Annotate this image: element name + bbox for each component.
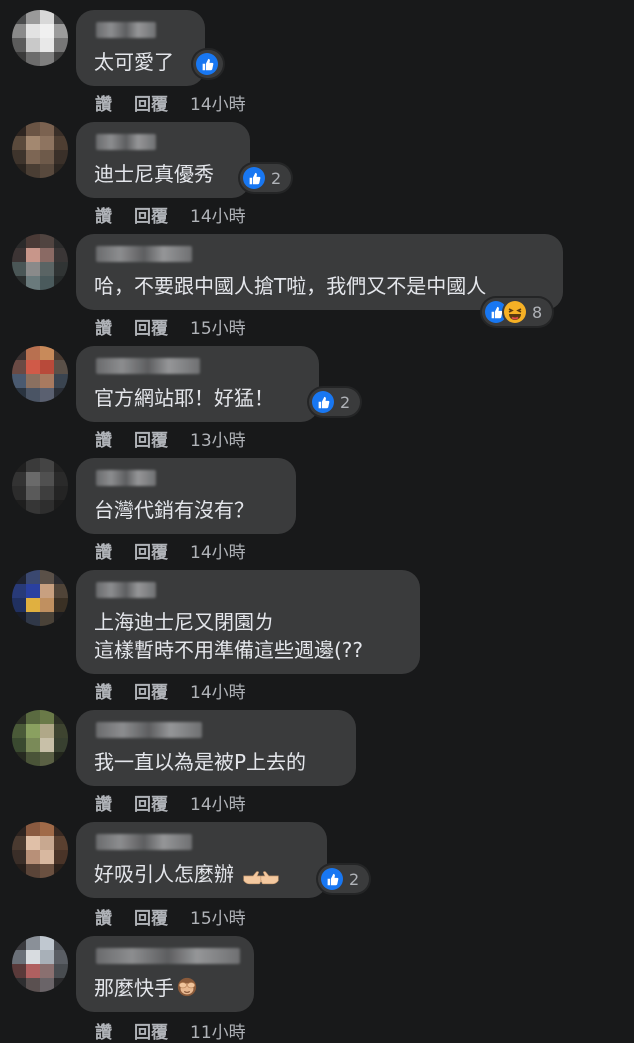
comment-bubble: 台灣代銷有沒有？ bbox=[76, 458, 296, 534]
timestamp[interactable]: 14小時 bbox=[190, 790, 246, 815]
comment-actions: 讚回覆 11小時 bbox=[95, 1018, 246, 1043]
comment-text: 太可愛了 bbox=[94, 50, 174, 74]
comment-text: 好吸引人怎麼辦 bbox=[94, 860, 286, 888]
comment-text: 官方網站耶！好猛！ bbox=[94, 386, 274, 410]
comment-actions: 讚回覆 14小時 bbox=[95, 790, 246, 815]
timestamp[interactable]: 14小時 bbox=[190, 202, 246, 227]
timestamp[interactable]: 14小時 bbox=[190, 90, 246, 115]
blurred-author-name[interactable] bbox=[96, 948, 240, 964]
like-link[interactable]: 讚 bbox=[95, 202, 112, 227]
reaction-summary[interactable]: 2 bbox=[309, 388, 361, 416]
reaction-count: 2 bbox=[349, 869, 360, 889]
comment-actions: 讚回覆 14小時 bbox=[95, 90, 246, 115]
comment-bubble: 官方網站耶！好猛！ bbox=[76, 346, 319, 422]
avatar[interactable] bbox=[12, 346, 68, 402]
comment-actions: 讚回覆 14小時 bbox=[95, 678, 246, 703]
timestamp[interactable]: 13小時 bbox=[190, 426, 246, 451]
timestamp[interactable]: 11小時 bbox=[190, 1018, 246, 1043]
reply-link[interactable]: 回覆 bbox=[134, 678, 168, 703]
blurred-author-name[interactable] bbox=[96, 834, 192, 850]
comment-text: 那麼快手 bbox=[94, 974, 198, 1002]
reaction-count: 2 bbox=[340, 392, 351, 412]
reply-link[interactable]: 回覆 bbox=[134, 426, 168, 451]
comment-text: 台灣代銷有沒有？ bbox=[94, 498, 254, 522]
avatar[interactable] bbox=[12, 936, 68, 992]
timestamp[interactable]: 14小時 bbox=[190, 538, 246, 563]
like-link[interactable]: 讚 bbox=[95, 790, 112, 815]
avatar[interactable] bbox=[12, 234, 68, 290]
timestamp[interactable]: 15小時 bbox=[190, 904, 246, 929]
blurred-author-name[interactable] bbox=[96, 470, 156, 486]
like-link[interactable]: 讚 bbox=[95, 904, 112, 929]
reaction-count: 2 bbox=[271, 168, 282, 188]
reaction-summary[interactable]: 2 bbox=[240, 164, 292, 192]
comment-text: 上海迪士尼又閉園ㄌ 這樣暫時不用準備這些週邊(?? bbox=[94, 608, 363, 664]
avatar[interactable] bbox=[12, 822, 68, 878]
reply-link[interactable]: 回覆 bbox=[134, 314, 168, 339]
reply-link[interactable]: 回覆 bbox=[134, 790, 168, 815]
avatar[interactable] bbox=[12, 570, 68, 626]
comment-text: 哈，不要跟中國人搶T啦，我們又不是中國人 bbox=[94, 274, 487, 298]
comment-text: 我一直以為是被P上去的 bbox=[94, 750, 307, 774]
like-reaction-icon bbox=[321, 868, 343, 890]
reply-link[interactable]: 回覆 bbox=[134, 538, 168, 563]
reaction-summary[interactable] bbox=[193, 50, 223, 78]
blurred-author-name[interactable] bbox=[96, 358, 200, 374]
avatar[interactable] bbox=[12, 710, 68, 766]
like-link[interactable]: 讚 bbox=[95, 678, 112, 703]
comment-bubble: 好吸引人怎麼辦 bbox=[76, 822, 327, 898]
comment-actions: 讚回覆 15小時 bbox=[95, 314, 246, 339]
blurred-author-name[interactable] bbox=[96, 582, 156, 598]
like-link[interactable]: 讚 bbox=[95, 314, 112, 339]
reply-link[interactable]: 回覆 bbox=[134, 202, 168, 227]
comment-text-content: 好吸引人怎麼辦 bbox=[94, 862, 234, 886]
reply-link[interactable]: 回覆 bbox=[134, 904, 168, 929]
avatar[interactable] bbox=[12, 122, 68, 178]
timestamp[interactable]: 14小時 bbox=[190, 678, 246, 703]
like-reaction-icon bbox=[312, 391, 334, 413]
like-link[interactable]: 讚 bbox=[95, 90, 112, 115]
pointing-hands-emoji-icon bbox=[243, 870, 279, 884]
see-no-evil-monkey-emoji-icon bbox=[177, 977, 197, 997]
reply-link[interactable]: 回覆 bbox=[134, 90, 168, 115]
comment-bubble: 迪士尼真優秀 bbox=[76, 122, 250, 198]
timestamp[interactable]: 15小時 bbox=[190, 314, 246, 339]
blurred-author-name[interactable] bbox=[96, 134, 156, 150]
like-reaction-icon bbox=[196, 53, 218, 75]
reaction-count: 8 bbox=[532, 302, 543, 322]
like-link[interactable]: 讚 bbox=[95, 426, 112, 451]
avatar[interactable] bbox=[12, 458, 68, 514]
comment-actions: 讚回覆 15小時 bbox=[95, 904, 246, 929]
blurred-author-name[interactable] bbox=[96, 22, 156, 38]
comment-text-content: 那麼快手 bbox=[94, 976, 174, 1000]
comment-actions: 讚回覆 14小時 bbox=[95, 202, 246, 227]
like-reaction-icon bbox=[243, 167, 265, 189]
like-link[interactable]: 讚 bbox=[95, 1018, 112, 1043]
comment-actions: 讚回覆 14小時 bbox=[95, 538, 246, 563]
comment-bubble: 上海迪士尼又閉園ㄌ 這樣暫時不用準備這些週邊(?? bbox=[76, 570, 420, 674]
comment-bubble: 那麼快手 bbox=[76, 936, 254, 1012]
comment-bubble: 太可愛了 bbox=[76, 10, 205, 86]
like-link[interactable]: 讚 bbox=[95, 538, 112, 563]
reaction-summary[interactable]: 8 bbox=[482, 298, 553, 326]
comment-text-line: 這樣暫時不用準備這些週邊(?? bbox=[94, 638, 364, 662]
haha-reaction-icon bbox=[504, 301, 526, 323]
blurred-author-name[interactable] bbox=[96, 246, 192, 262]
comment-actions: 讚回覆 13小時 bbox=[95, 426, 246, 451]
avatar[interactable] bbox=[12, 10, 68, 66]
reaction-summary[interactable]: 2 bbox=[318, 865, 370, 893]
comment-bubble: 我一直以為是被P上去的 bbox=[76, 710, 356, 786]
blurred-author-name[interactable] bbox=[96, 722, 202, 738]
comment-text-line: 上海迪士尼又閉園ㄌ bbox=[94, 610, 274, 634]
comment-text: 迪士尼真優秀 bbox=[94, 162, 214, 186]
reply-link[interactable]: 回覆 bbox=[134, 1018, 168, 1043]
